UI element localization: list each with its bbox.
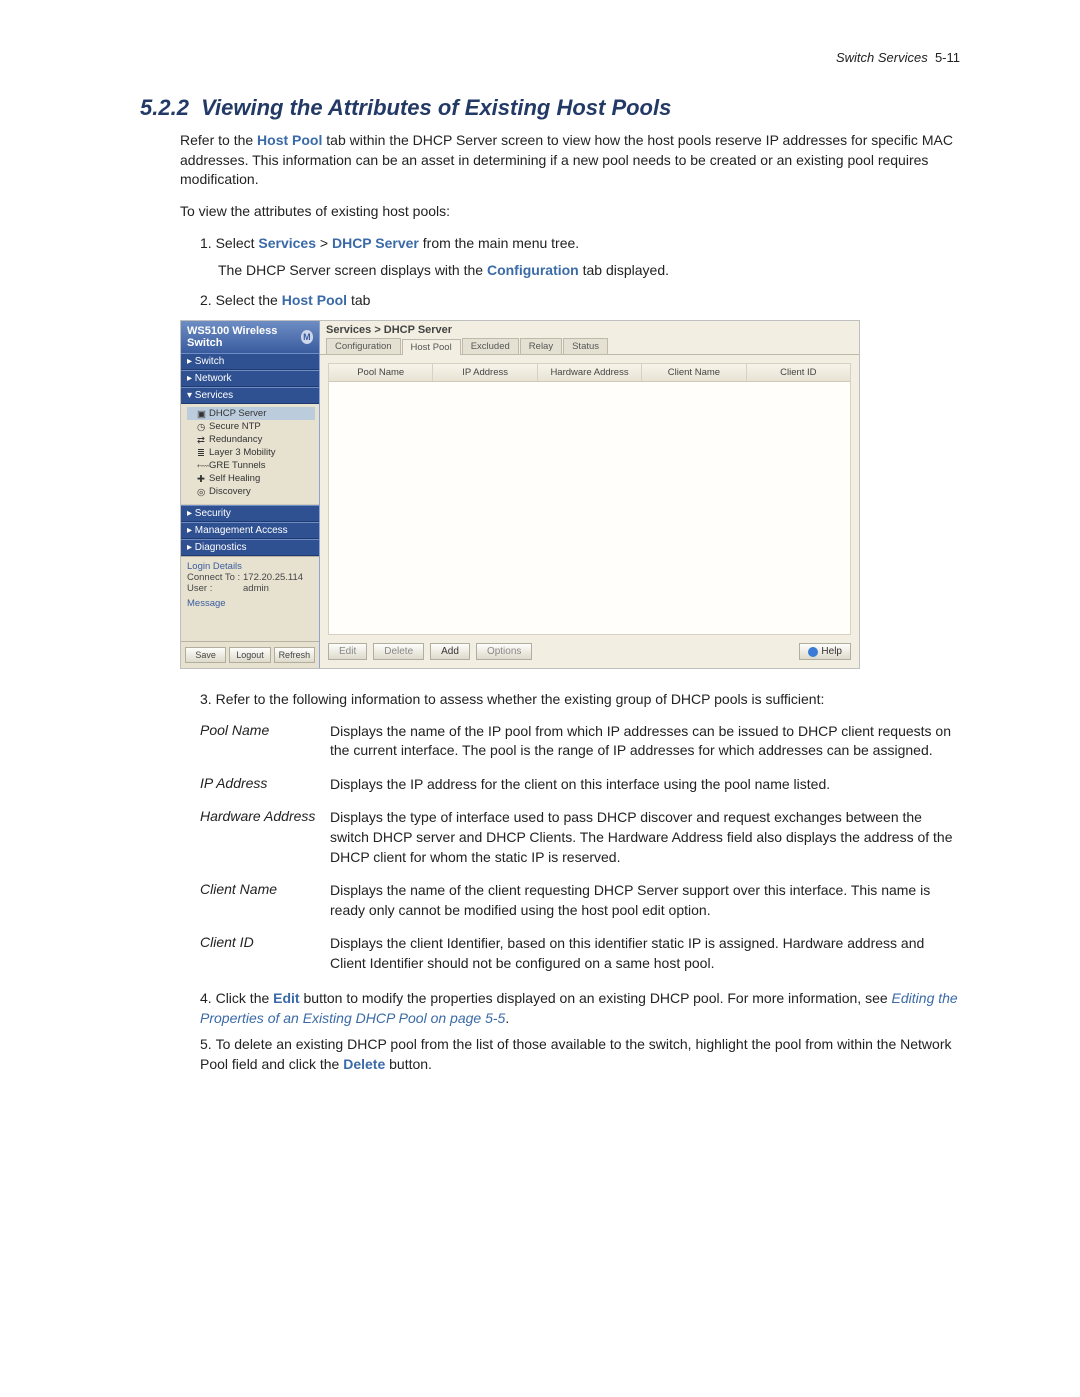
nav-layer3[interactable]: ≣Layer 3 Mobility [187, 446, 315, 459]
options-button[interactable]: Options [476, 643, 532, 660]
desc-row-pool-name: Pool Name Displays the name of the IP po… [200, 722, 960, 761]
step-2: 2. Select the Host Pool tab [200, 290, 960, 310]
edit-button[interactable]: Edit [328, 643, 367, 660]
user-label: User : [187, 583, 243, 594]
help-button[interactable]: Help [799, 643, 851, 660]
grid-header: Pool Name IP Address Hardware Address Cl… [329, 364, 850, 382]
tab-status[interactable]: Status [563, 338, 608, 354]
step-1: 1. Select Services > DHCP Server from th… [200, 233, 960, 280]
nav-diagnostics[interactable]: ▸ Diagnostics [181, 539, 319, 556]
tab-bar: Configuration Host Pool Excluded Relay S… [320, 338, 859, 355]
logout-button[interactable]: Logout [229, 647, 270, 663]
nav-security[interactable]: ▸ Security [181, 505, 319, 522]
app-screenshot: WS5100 Wireless Switch M ▸ Switch ▸ Netw… [180, 320, 860, 669]
header-title: Switch Services [836, 50, 928, 65]
action-bar: Edit Delete Add Options Help [328, 643, 851, 660]
nav-dhcp-server[interactable]: ▣DHCP Server [187, 407, 315, 420]
layers-icon: ≣ [197, 448, 207, 458]
nav-discovery[interactable]: ◎Discovery [187, 485, 315, 498]
heal-icon: ✚ [197, 474, 207, 484]
login-details: Login Details Connect To :172.20.25.114 … [181, 556, 319, 641]
help-icon [808, 647, 818, 657]
host-pool-grid: Pool Name IP Address Hardware Address Cl… [328, 363, 851, 635]
def-client-name: Displays the name of the client requesti… [330, 881, 960, 920]
nav-secure-ntp[interactable]: ◷Secure NTP [187, 420, 315, 433]
def-ip: Displays the IP address for the client o… [330, 775, 960, 795]
desc-row-hw: Hardware Address Displays the type of in… [200, 808, 960, 867]
nav-switch[interactable]: ▸ Switch [181, 353, 319, 370]
desc-row-ip: IP Address Displays the IP address for t… [200, 775, 960, 795]
description-table: Pool Name Displays the name of the IP po… [200, 722, 960, 974]
connect-value: 172.20.25.114 [243, 572, 303, 583]
clock-icon: ◷ [197, 422, 207, 432]
user-value: admin [243, 583, 269, 594]
header-page: 5-11 [935, 50, 960, 65]
section-heading: 5.2.2 Viewing the Attributes of Existing… [140, 95, 960, 121]
term-client-id: Client ID [200, 934, 330, 973]
section-number: 5.2.2 [140, 95, 189, 120]
tab-host-pool[interactable]: Host Pool [402, 339, 461, 355]
tab-excluded[interactable]: Excluded [462, 338, 519, 354]
section-title-text: Viewing the Attributes of Existing Host … [201, 95, 671, 120]
connect-label: Connect To : [187, 572, 243, 583]
sidebar: WS5100 Wireless Switch M ▸ Switch ▸ Netw… [181, 321, 320, 668]
def-client-id: Displays the client Identifier, based on… [330, 934, 960, 973]
nav-self-healing[interactable]: ✚Self Healing [187, 472, 315, 485]
brand-badge-icon: M [301, 330, 313, 344]
col-client-id[interactable]: Client ID [747, 364, 850, 381]
breadcrumb: Services > DHCP Server [320, 321, 859, 336]
server-icon: ▣ [197, 409, 207, 419]
nav-services-children: ▣DHCP Server ◷Secure NTP ⇄Redundancy ≣La… [181, 404, 319, 504]
nav-redundancy[interactable]: ⇄Redundancy [187, 433, 315, 446]
save-button[interactable]: Save [185, 647, 226, 663]
refresh-button[interactable]: Refresh [274, 647, 315, 663]
main-panel: Services > DHCP Server Configuration Hos… [320, 321, 859, 668]
menu-dhcp-server: DHCP Server [332, 235, 419, 251]
host-pool-term: Host Pool [257, 132, 322, 148]
nav-network[interactable]: ▸ Network [181, 370, 319, 387]
grid-body-empty[interactable] [329, 382, 850, 634]
intro-lead: To view the attributes of existing host … [180, 202, 960, 222]
step-4: 4. Click the Edit button to modify the p… [200, 988, 960, 1029]
desc-row-client-id: Client ID Displays the client Identifier… [200, 934, 960, 973]
col-client-name[interactable]: Client Name [642, 364, 746, 381]
step-3: 3. Refer to the following information to… [200, 689, 960, 709]
tunnel-icon: ⬳ [197, 461, 207, 471]
def-hw: Displays the type of interface used to p… [330, 808, 960, 867]
term-hw: Hardware Address [200, 808, 330, 867]
login-title: Login Details [187, 561, 313, 572]
tab-configuration[interactable]: Configuration [326, 338, 401, 354]
menu-services: Services [258, 235, 316, 251]
step-1-sub: The DHCP Server screen displays with the… [218, 260, 960, 280]
step-5: 5. To delete an existing DHCP pool from … [200, 1034, 960, 1075]
tab-relay[interactable]: Relay [520, 338, 562, 354]
col-ip-address[interactable]: IP Address [433, 364, 537, 381]
nav-services[interactable]: ▾ Services [181, 387, 319, 404]
desc-row-client-name: Client Name Displays the name of the cli… [200, 881, 960, 920]
add-button[interactable]: Add [430, 643, 470, 660]
term-client-name: Client Name [200, 881, 330, 920]
discovery-icon: ◎ [197, 487, 207, 497]
redundancy-icon: ⇄ [197, 435, 207, 445]
intro-paragraph: Refer to the Host Pool tab within the DH… [180, 131, 960, 190]
def-pool-name: Displays the name of the IP pool from wh… [330, 722, 960, 761]
brand-title: WS5100 Wireless Switch [187, 325, 301, 349]
delete-button[interactable]: Delete [373, 643, 424, 660]
col-hardware-address[interactable]: Hardware Address [538, 364, 642, 381]
term-ip: IP Address [200, 775, 330, 795]
brand-bar: WS5100 Wireless Switch M [181, 321, 319, 353]
sidebar-buttons: Save Logout Refresh [181, 641, 319, 668]
edit-term: Edit [273, 990, 299, 1006]
tab-host-pool-term: Host Pool [282, 292, 347, 308]
col-pool-name[interactable]: Pool Name [329, 364, 433, 381]
page-header: Switch Services 5-11 [140, 50, 960, 65]
tab-configuration-term: Configuration [487, 262, 579, 278]
nav-mgmt-access[interactable]: ▸ Management Access [181, 522, 319, 539]
term-pool-name: Pool Name [200, 722, 330, 761]
nav-gre-tunnels[interactable]: ⬳GRE Tunnels [187, 459, 315, 472]
message-label: Message [187, 598, 313, 609]
delete-term: Delete [343, 1056, 385, 1072]
